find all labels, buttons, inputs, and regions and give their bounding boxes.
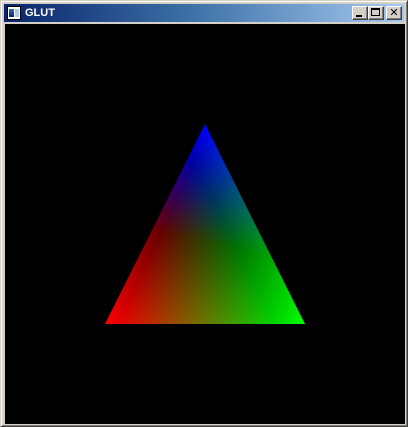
app-window-icon[interactable] (7, 6, 21, 20)
title-bar[interactable]: GLUT ✕ (4, 4, 404, 22)
maximize-icon (371, 8, 380, 16)
minimize-button[interactable] (352, 6, 368, 20)
opengl-canvas[interactable] (5, 24, 405, 424)
maximize-button[interactable] (368, 6, 384, 20)
glut-window: GLUT ✕ (0, 0, 408, 427)
minimize-icon (356, 15, 362, 17)
render-surface (5, 24, 405, 424)
close-button[interactable]: ✕ (386, 6, 402, 20)
window-title: GLUT (25, 7, 55, 19)
close-icon: ✕ (389, 6, 399, 19)
